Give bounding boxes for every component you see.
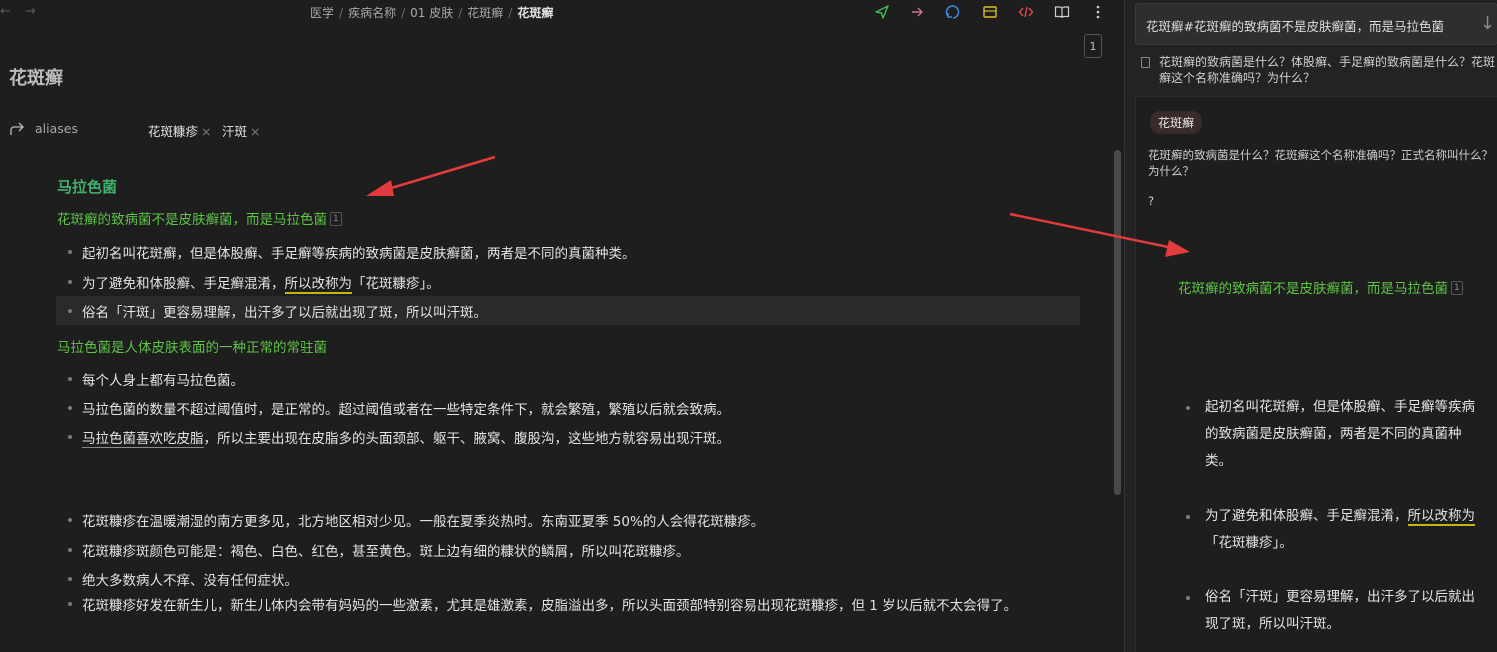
search-input[interactable]: 花斑癣#花斑癣的致病菌不是皮肤癣菌，而是马拉色菌 ↓ (1135, 3, 1497, 45)
note-title[interactable]: 花斑癣 (9, 64, 63, 90)
underlined-text: 所以改称为 (284, 276, 352, 294)
list-item-text: 绝大多数病人不痒、没有任何症状。 (82, 573, 298, 589)
card-icon[interactable] (981, 3, 999, 21)
result-title-text: 花斑癣的致病菌是什么？体股癣、手足癣的致病菌是什么？花斑癣这个名称准确吗？为什么… (1159, 55, 1496, 85)
breadcrumb-separator: / (339, 6, 344, 20)
highlight-text: 马拉色菌是人体皮肤表面的一种正常的常驻菌 (57, 340, 327, 356)
breadcrumb: 医学 / 疾病名称 / 01 皮肤 / 花斑癣 / 花斑癣 (310, 4, 553, 21)
list-item-text: 每个人身上都有马拉色菌。 (82, 373, 244, 389)
breadcrumb-separator: / (508, 6, 513, 20)
list-item-text: 俗名「汗斑」更容易理解，出汗多了以后就出现了斑，所以叫汗斑。 (82, 305, 487, 321)
breadcrumb-current: 花斑癣 (517, 6, 554, 20)
alias-tag[interactable]: 花斑糠疹 × (148, 121, 212, 140)
highlight-line[interactable]: 马拉色菌是人体皮肤表面的一种正常的常驻菌 (57, 336, 327, 356)
card-question: 花斑癣的致病菌是什么？花斑癣这个名称准确吗？正式名称叫什么？为什么？ (1148, 148, 1493, 178)
more-vertical-icon[interactable] (1089, 3, 1107, 21)
list-item-text: 马拉色菌喜欢吃皮脂，所以主要出现在皮脂多的头面颈部、躯干、腋窝、腹股沟，这些地方… (82, 427, 731, 448)
list-item-active[interactable]: 俗名「汗斑」更容易理解，出汗多了以后就出现了斑，所以叫汗斑。 (56, 296, 1080, 325)
list-item-text: 花斑糠疹在温暖潮湿的南方更多见，北方地区相对少见。一般在夏季炎热时。东南亚夏季 … (82, 514, 765, 530)
search-query: 花斑癣#花斑癣的致病菌不是皮肤癣菌，而是马拉色菌 (1146, 19, 1444, 34)
card-list-item: 俗名「汗斑」更容易理解，出汗多了以后就出现了斑，所以叫汗斑。 (1176, 584, 1486, 638)
card-list-item: 为了避免和体股癣、手足癣混淆，所以改称为「花斑糠疹」。 (1176, 503, 1486, 557)
alias-label: 汗斑 (222, 124, 248, 139)
arrow-down-icon[interactable]: ↓ (1480, 13, 1495, 34)
list-item-text: 花斑糠疹好发在新生儿，新生儿体内会带有妈妈的一些激素，尤其是雄激素，皮脂溢出多，… (82, 598, 1018, 614)
search-result-title[interactable]: 花斑癣的致病菌是什么？体股癣、手足癣的致病菌是什么？花斑癣这个名称准确吗？为什么… (1141, 54, 1497, 86)
breadcrumb-separator: / (458, 6, 463, 20)
arrow-right-icon[interactable]: → (25, 4, 36, 19)
arrow-left-icon[interactable]: ← (0, 4, 11, 19)
footnote-marker[interactable]: 1 (1451, 281, 1463, 295)
tab-count-badge[interactable]: 1 (1084, 34, 1102, 58)
highlight-text: 花斑癣的致病菌不是皮肤癣菌，而是马拉色菌 (1178, 281, 1448, 297)
list-item-text: 花斑糠疹斑颜色可能是：褐色、白色、红色，甚至黄色。斑上边有细的糠状的鳞屑，所以叫… (82, 544, 690, 560)
underlined-text: 马拉色菌喜欢吃皮脂 (82, 431, 204, 448)
scrollbar[interactable] (1114, 150, 1121, 495)
breadcrumb-item[interactable]: 医学 (310, 6, 334, 20)
code-icon[interactable] (1017, 3, 1035, 21)
text-segment: 为了避免和体股癣、手足癣混淆， (1205, 508, 1408, 524)
close-icon[interactable]: × (201, 124, 211, 139)
card-highlight-line: 花斑癣的致病菌不是皮肤癣菌，而是马拉色菌 1 (1178, 278, 1478, 300)
highlight-line[interactable]: 花斑癣的致病菌不是皮肤癣菌，而是马拉色菌 1 (57, 208, 342, 228)
search-pane: 花斑癣#花斑癣的致病菌不是皮肤癣菌，而是马拉色菌 ↓ 花斑癣的致病菌是什么？体股… (1124, 0, 1497, 652)
breadcrumb-item[interactable]: 疾病名称 (348, 6, 396, 20)
underlined-text: 所以改称为 (1407, 508, 1475, 526)
text-segment: 为了避免和体股癣、手足癣混淆， (82, 276, 285, 292)
arrow-right-icon[interactable] (908, 3, 926, 21)
section-heading[interactable]: 马拉色菌 (57, 176, 117, 197)
tag-badge[interactable]: 花斑癣 (1150, 111, 1203, 134)
list-item-text: 起初名叫花斑癣，但是体股癣、手足癣等疾病的致病菌是皮肤癣菌，两者是不同的真菌种类… (82, 246, 636, 262)
result-card[interactable]: 花斑癣 花斑癣的致病菌是什么？花斑癣这个名称准确吗？正式名称叫什么？为什么？ ?… (1135, 96, 1497, 652)
editor-pane: ← → 医学 / 疾病名称 / 01 皮肤 / 花斑癣 / 花斑癣 1 花斑癣 al… (0, 0, 1112, 652)
breadcrumb-item[interactable]: 花斑癣 (467, 6, 503, 20)
highlight-text: 花斑癣的致病菌不是皮肤癣菌，而是马拉色菌 (57, 212, 327, 228)
link-arrow-icon (10, 121, 25, 140)
property-key[interactable]: aliases (35, 121, 78, 136)
text-segment: 「花斑糠疹」。 (352, 276, 440, 292)
book-open-icon[interactable] (1053, 3, 1071, 21)
breadcrumb-separator: / (401, 6, 406, 20)
list-item-text: 俗名「汗斑」更容易理解，出汗多了以后就出现了斑，所以叫汗斑。 (1205, 589, 1475, 632)
aliases-property: aliases 花斑糠疹 × 汗斑 × (10, 119, 610, 139)
close-icon[interactable]: × (250, 124, 260, 139)
breadcrumb-item[interactable]: 01 皮肤 (410, 6, 453, 20)
text-segment: 「花斑糠疹」。 (1205, 535, 1293, 551)
sync-icon[interactable] (944, 3, 962, 21)
document-icon (1141, 57, 1150, 68)
list-item-text: 马拉色菌的数量不超过阈值时，是正常的。超过阈值或者在一些特定条件下，就会繁殖，繁… (82, 402, 730, 418)
card-list-item: 起初名叫花斑癣，但是体股癣、手足癣等疾病的致病菌是皮肤癣菌，两者是不同的真菌种类… (1176, 394, 1486, 475)
list-item-text: 起初名叫花斑癣，但是体股癣、手足癣等疾病的致病菌是皮肤癣菌，两者是不同的真菌种类… (1205, 399, 1475, 469)
editor-header: ← → 医学 / 疾病名称 / 01 皮肤 / 花斑癣 / 花斑癣 (0, 0, 1112, 26)
card-question-mark: ? (1148, 194, 1155, 208)
list-item-text: 为了避免和体股癣、手足癣混淆，所以改称为「花斑糠疹」。 (1176, 503, 1486, 557)
alias-tag[interactable]: 汗斑 × (222, 121, 261, 140)
list-item-text: 为了避免和体股癣、手足癣混淆，所以改称为「花斑糠疹」。 (82, 272, 440, 294)
footnote-marker[interactable]: 1 (330, 212, 342, 226)
alias-label: 花斑糠疹 (148, 124, 199, 139)
send-icon[interactable] (873, 3, 891, 21)
text-segment: ，所以主要出现在皮脂多的头面颈部、躯干、腋窝、腹股沟，这些地方就容易出现汗斑。 (203, 431, 731, 447)
